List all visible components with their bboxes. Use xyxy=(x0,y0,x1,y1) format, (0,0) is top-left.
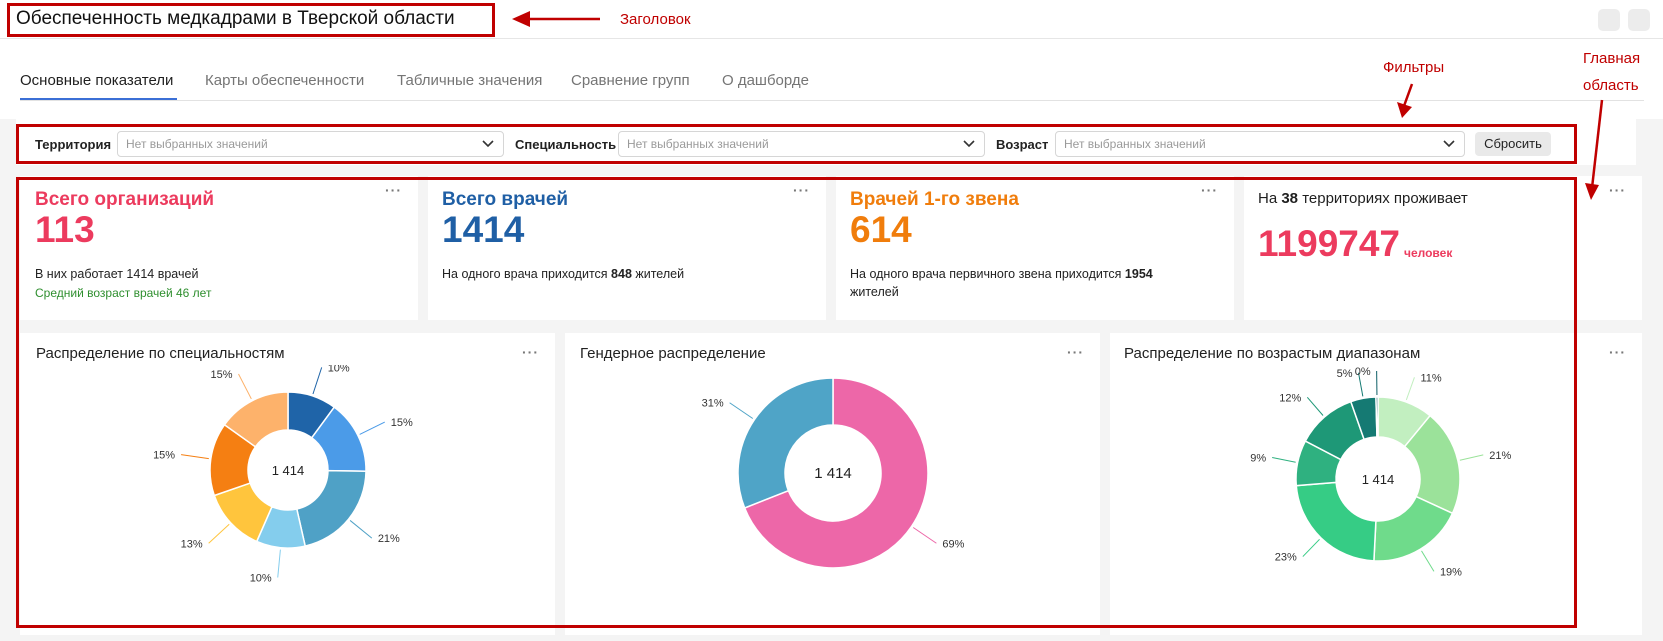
tab-supply-maps[interactable]: Карты обеспеченности xyxy=(205,72,364,89)
arrow-down-icon xyxy=(1585,99,1604,200)
edit-icon[interactable] xyxy=(1598,9,1620,31)
arrow-left-icon xyxy=(512,11,600,27)
card-menu-icon[interactable]: ··· xyxy=(1609,183,1626,197)
annotation-main-line1: Главная xyxy=(1583,50,1641,67)
tab-main-indicators[interactable]: Основные показатели xyxy=(20,72,173,89)
annotation-main-line2: область xyxy=(1583,77,1639,94)
tab-group-comparison[interactable]: Сравнение групп xyxy=(571,72,690,89)
arrow-down-icon xyxy=(1397,83,1414,118)
annotation-filters: Фильтры xyxy=(1383,59,1445,76)
tab-about-dashboard[interactable]: О дашборде xyxy=(722,72,809,89)
more-icon[interactable] xyxy=(1628,9,1650,31)
annotation-header: Заголовок xyxy=(620,11,691,28)
title-highlight-box xyxy=(7,3,495,37)
main-area-highlight-box xyxy=(16,177,1577,628)
chart-menu-icon[interactable]: ··· xyxy=(1609,345,1626,359)
filters-highlight-box xyxy=(16,124,1577,164)
tab-table-values[interactable]: Табличные значения xyxy=(397,72,542,89)
active-tab-indicator xyxy=(20,98,177,100)
